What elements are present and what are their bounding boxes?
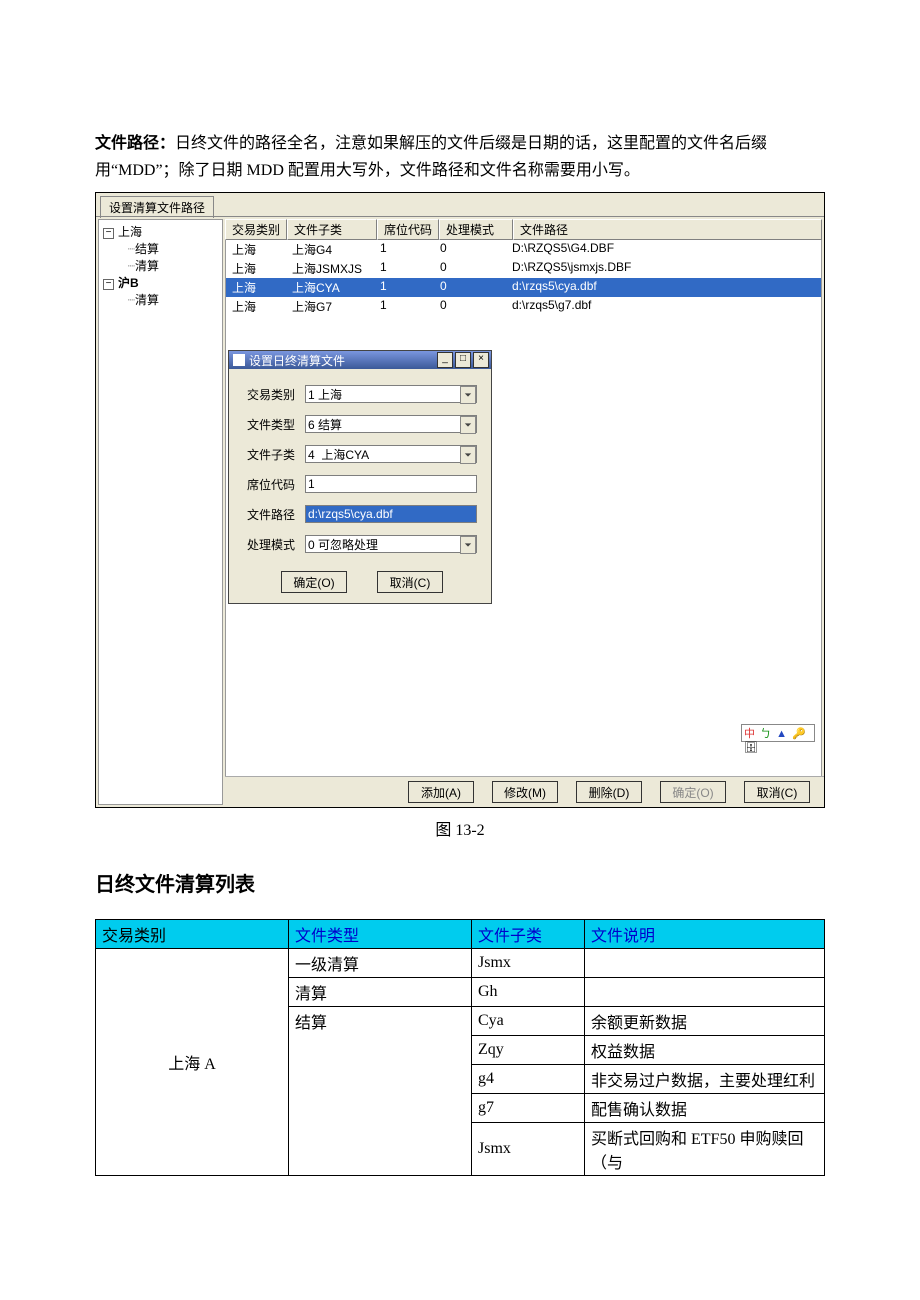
th-file-desc: 文件说明 — [585, 920, 825, 949]
col-file-path[interactable]: 文件路径 — [513, 219, 822, 240]
th-file-subtype: 文件子类 — [472, 920, 585, 949]
maximize-icon[interactable]: □ — [455, 352, 471, 368]
ok-button: 确定(O) — [660, 781, 726, 803]
tab-strip: 设置清算文件路径 — [96, 193, 824, 216]
file-path-input[interactable] — [305, 505, 477, 523]
dialog-cancel-button[interactable]: 取消(C) — [377, 571, 443, 593]
label-trade-type: 交易类别 — [247, 386, 305, 403]
para-text: 日终文件的路径全名，注意如果解压的文件后缀是日期的话，这里配置的文件名后缀用“M… — [95, 135, 767, 179]
chevron-down-icon[interactable] — [460, 446, 476, 464]
list-row[interactable]: 上海 上海JSMXJS 1 0 D:\RZQS5\jsmxjs.DBF — [226, 259, 821, 278]
para-label: 文件路径： — [95, 135, 175, 152]
file-subtype-select[interactable] — [305, 445, 477, 463]
tree-collapse-icon[interactable]: − — [103, 279, 114, 290]
list-row[interactable]: 上海 上海G4 1 0 D:\RZQS5\G4.DBF — [226, 240, 821, 259]
col-seat-code[interactable]: 席位代码 — [377, 219, 439, 240]
app-icon — [233, 354, 245, 366]
tree-node-sh-clear[interactable]: 清算 — [135, 259, 159, 273]
chevron-down-icon[interactable] — [460, 386, 476, 404]
config-screenshot: 设置清算文件路径 −上海 ┈结算 ┈清算 −沪B ┈清算 交易类别 文件子类 席… — [95, 192, 825, 808]
minimize-icon[interactable]: _ — [437, 352, 453, 368]
dialog-ok-button[interactable]: 确定(O) — [281, 571, 347, 593]
trade-type-select[interactable] — [305, 385, 477, 403]
dialog-titlebar[interactable]: 设置日终清算文件 _ □ × — [229, 351, 491, 369]
file-path-paragraph: 文件路径：日终文件的路径全名，注意如果解压的文件后缀是日期的话，这里配置的文件名… — [95, 130, 825, 184]
cancel-button[interactable]: 取消(C) — [744, 781, 810, 803]
tree-node-hb-clear[interactable]: 清算 — [135, 293, 159, 307]
footer-bar: 添加(A) 修改(M) 删除(D) 确定(O) 取消(C) — [225, 776, 824, 807]
label-file-type: 文件类型 — [247, 416, 305, 433]
chevron-down-icon[interactable] — [460, 536, 476, 554]
label-file-subtype: 文件子类 — [247, 446, 305, 463]
th-trade-type: 交易类别 — [96, 920, 289, 949]
file-listview[interactable]: 交易类别 文件子类 席位代码 处理模式 文件路径 上海 上海G4 1 0 D:\… — [225, 219, 822, 781]
file-type-select[interactable] — [305, 415, 477, 433]
cell-market: 上海 A — [96, 949, 289, 1176]
modify-button[interactable]: 修改(M) — [492, 781, 558, 803]
listview-header: 交易类别 文件子类 席位代码 处理模式 文件路径 — [225, 219, 822, 240]
figure-caption: 图 13-2 — [95, 816, 825, 840]
tree-node-hb[interactable]: 沪B — [118, 276, 139, 290]
market-tree[interactable]: −上海 ┈结算 ┈清算 −沪B ┈清算 — [98, 219, 223, 805]
edit-file-dialog: 设置日终清算文件 _ □ × 交易类别 — [228, 350, 492, 604]
section-heading: 日终文件清算列表 — [95, 868, 825, 897]
tree-node-sh[interactable]: 上海 — [118, 225, 142, 239]
close-icon[interactable]: × — [473, 352, 489, 368]
dialog-title: 设置日终清算文件 — [249, 352, 345, 369]
col-trade-type[interactable]: 交易类别 — [225, 219, 287, 240]
list-row-selected[interactable]: 上海 上海CYA 1 0 d:\rzqs5\cya.dbf — [226, 278, 821, 297]
tab-settle-path[interactable]: 设置清算文件路径 — [100, 196, 214, 218]
label-seat-code: 席位代码 — [247, 476, 305, 493]
label-proc-mode: 处理模式 — [247, 536, 305, 553]
chevron-down-icon[interactable] — [460, 416, 476, 434]
col-proc-mode[interactable]: 处理模式 — [439, 219, 513, 240]
delete-button[interactable]: 删除(D) — [576, 781, 642, 803]
tree-collapse-icon[interactable]: − — [103, 228, 114, 239]
ime-indicator[interactable]: 中 ㄅ ▲ 🔑 🗄 — [741, 724, 815, 742]
col-file-subtype[interactable]: 文件子类 — [287, 219, 377, 240]
proc-mode-select[interactable] — [305, 535, 477, 553]
seat-code-input[interactable] — [305, 475, 477, 493]
list-row[interactable]: 上海 上海G7 1 0 d:\rzqs5\g7.dbf — [226, 297, 821, 316]
tree-node-sh-settle[interactable]: 结算 — [135, 242, 159, 256]
table-row: 上海 A 一级清算 Jsmx — [96, 949, 825, 978]
add-button[interactable]: 添加(A) — [408, 781, 474, 803]
eod-file-table: 交易类别 文件类型 文件子类 文件说明 上海 A 一级清算 Jsmx 清算 Gh… — [95, 919, 825, 1176]
label-file-path: 文件路径 — [247, 506, 305, 523]
th-file-type: 文件类型 — [289, 920, 472, 949]
